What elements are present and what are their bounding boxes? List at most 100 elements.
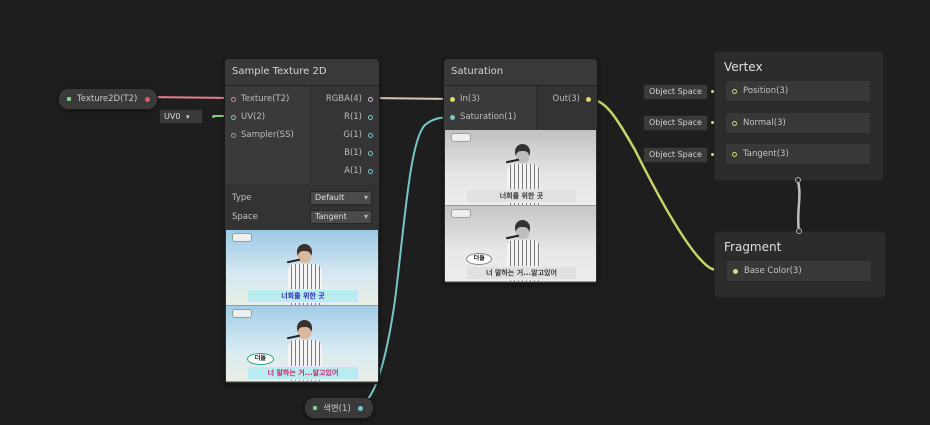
preview-frame-bottom: 더들 너 말하는 거...알고있어 <box>226 306 378 382</box>
type-setting: Type Default <box>232 188 372 207</box>
port-sampler[interactable]: Sampler(SS) <box>225 126 310 144</box>
node-title[interactable]: Sample Texture 2D <box>225 59 379 86</box>
input-ports: Texture(T2) UV(2) Sampler(SS) <box>225 86 310 184</box>
type-dropdown[interactable]: Default <box>310 190 372 205</box>
port-label: Saturation(1) <box>460 112 517 122</box>
wire-texture-to-sample[interactable] <box>145 96 233 99</box>
block-label: Base Color(3) <box>744 266 802 276</box>
sample-texture-2d-node[interactable]: Sample Texture 2D Texture(T2) UV(2) Samp… <box>224 58 380 384</box>
speech-bubble: 더들 <box>247 352 274 365</box>
preview-frame-top: 너희를 위한 곳 <box>226 230 378 306</box>
saturation-node[interactable]: Saturation In(3) Saturation(1) Out(3) 너희… <box>443 58 598 284</box>
broadcast-logo <box>232 309 253 318</box>
port-dot-icon[interactable] <box>368 168 373 174</box>
node-title[interactable]: Saturation <box>444 59 597 86</box>
port-label: R(1) <box>344 112 362 122</box>
node-settings: Type Default Space Tangent <box>225 184 379 230</box>
broadcast-logo <box>232 233 253 242</box>
object-space-dropdown-tangent[interactable]: Object Space <box>643 147 708 163</box>
port-texture[interactable]: Texture(T2) <box>225 90 310 108</box>
wire-vertex-to-fragment <box>796 180 801 232</box>
output-ports: RGBA(4) R(1) G(1) B(1) A(1) <box>310 86 379 184</box>
port-dot-icon[interactable] <box>450 96 455 102</box>
space-setting: Space Tangent <box>232 207 372 226</box>
broadcast-logo <box>451 209 472 218</box>
texture2d-property-node[interactable]: Texture2D(T2) <box>58 88 158 110</box>
subtitle-caption: 너희를 위한 곳 <box>247 288 359 303</box>
block-label: Tangent(3) <box>743 149 789 159</box>
preview-frame-bottom: 더들 너 말하는 거...알고있어 <box>445 206 596 282</box>
texture2d-output-port[interactable] <box>145 96 151 102</box>
object-space-port <box>711 90 714 93</box>
block-label: Position(3) <box>743 86 789 96</box>
speech-bubble: 더들 <box>466 252 493 265</box>
base-color-block[interactable]: Base Color(3) <box>726 260 872 282</box>
space-label: Space <box>232 211 258 222</box>
port-out[interactable]: Out(3) <box>537 90 597 108</box>
port-dot-icon[interactable] <box>368 96 373 102</box>
block-label: Normal(3) <box>743 118 786 128</box>
space-dropdown[interactable]: Tangent <box>310 209 372 224</box>
port-label: In(3) <box>460 94 480 104</box>
subtitle-caption: 너 말하는 거...알고있어 <box>466 266 577 280</box>
uv-output-port[interactable] <box>212 115 215 118</box>
port-dot-icon[interactable] <box>231 132 236 138</box>
object-space-dropdown-position[interactable]: Object Space <box>643 84 708 100</box>
object-space-port <box>711 121 714 124</box>
port-b[interactable]: B(1) <box>311 144 379 162</box>
port-in[interactable]: In(3) <box>444 90 536 108</box>
port-dot-icon[interactable] <box>733 268 738 274</box>
sample-texture-preview: 너희를 위한 곳 더들 너 말하는 거...알고있어 <box>226 230 378 382</box>
port-dot-icon[interactable] <box>732 88 737 94</box>
normal-block[interactable]: Normal(3) <box>725 112 871 134</box>
port-dot-icon[interactable] <box>368 150 373 156</box>
port-label: G(1) <box>343 130 362 140</box>
port-rgba[interactable]: RGBA(4) <box>311 90 379 108</box>
port-dot-icon[interactable] <box>732 151 737 157</box>
vertex-flow-anchor <box>795 177 801 183</box>
port-uv[interactable]: UV(2) <box>225 108 310 126</box>
port-saturation[interactable]: Saturation(1) <box>444 108 536 126</box>
port-area: In(3) Saturation(1) Out(3) <box>444 86 597 130</box>
object-space-dropdown-normal[interactable]: Object Space <box>643 115 708 131</box>
port-label: Texture(T2) <box>241 94 290 104</box>
wire-rgba-to-saturation-in[interactable] <box>369 97 453 100</box>
port-dot-icon[interactable] <box>732 120 737 126</box>
subtitle-caption: 너 말하는 거...알고있어 <box>247 366 359 380</box>
port-label: A(1) <box>344 166 362 176</box>
output-ports: Out(3) <box>536 86 597 130</box>
float-output-port[interactable] <box>357 405 363 411</box>
float-property-label: 색변(1) <box>323 404 351 414</box>
type-label: Type <box>232 192 252 203</box>
port-dot-icon[interactable] <box>231 96 236 102</box>
port-area: Texture(T2) UV(2) Sampler(SS) RGBA(4) R(… <box>225 86 379 184</box>
input-ports: In(3) Saturation(1) <box>444 86 536 130</box>
position-block[interactable]: Position(3) <box>725 80 871 102</box>
port-r[interactable]: R(1) <box>311 108 379 126</box>
preview-frame-top: 너희를 위한 곳 <box>445 130 596 206</box>
property-marker-icon <box>67 97 71 101</box>
float-property-node[interactable]: 색변(1) <box>304 397 374 419</box>
subtitle-caption: 너희를 위한 곳 <box>466 188 577 203</box>
chevron-down-icon: ▾ <box>185 113 190 121</box>
port-dot-icon[interactable] <box>231 114 236 120</box>
port-dot-icon[interactable] <box>368 132 373 138</box>
port-dot-icon[interactable] <box>586 96 591 102</box>
uv-channel-dropdown[interactable]: UV0 ▾ <box>159 109 203 124</box>
texture2d-property-label: Texture2D(T2) <box>77 94 138 104</box>
port-a[interactable]: A(1) <box>311 162 379 180</box>
port-g[interactable]: G(1) <box>311 126 379 144</box>
uv-channel-value: UV0 <box>164 112 181 121</box>
fragment-flow-anchor <box>796 228 802 234</box>
port-dot-icon[interactable] <box>450 114 455 120</box>
broadcast-logo <box>451 133 472 142</box>
fragment-title: Fragment <box>724 240 782 254</box>
object-space-port <box>711 153 714 156</box>
saturation-preview: 너희를 위한 곳 더들 너 말하는 거...알고있어 <box>445 130 596 282</box>
port-label: B(1) <box>344 148 362 158</box>
port-dot-icon[interactable] <box>368 114 373 120</box>
port-label: Sampler(SS) <box>241 130 294 140</box>
port-label: UV(2) <box>241 112 266 122</box>
tangent-block[interactable]: Tangent(3) <box>725 143 871 165</box>
port-label: Out(3) <box>552 94 580 104</box>
